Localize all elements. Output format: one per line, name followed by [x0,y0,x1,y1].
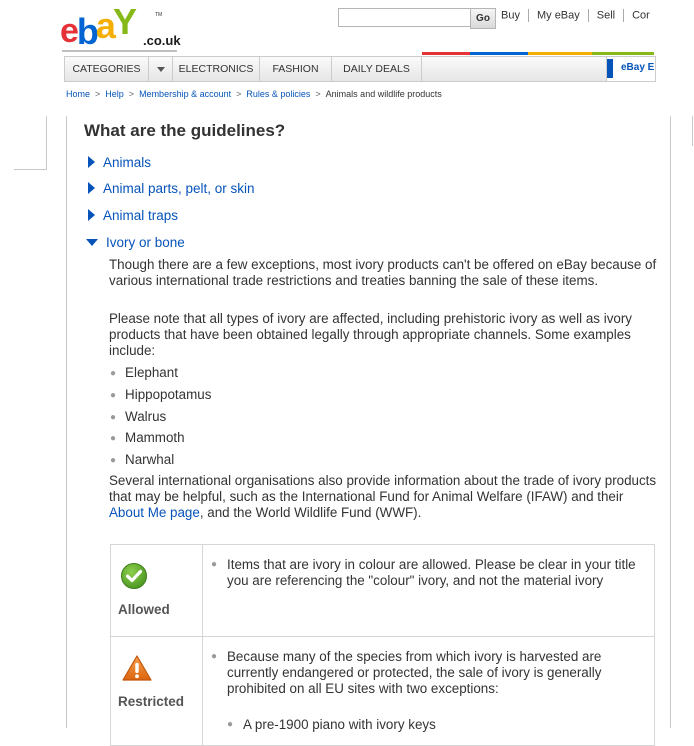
list-item: ● Walrus [110,409,167,424]
logo-divider [62,50,177,52]
breadcrumb-rules[interactable]: Rules & policies [246,89,310,99]
nav-electronics[interactable]: ELECTRONICS [173,57,260,81]
caret-right-icon [88,182,95,194]
section-animal-parts[interactable]: Animal parts, pelt, or skin [88,181,255,196]
chevron-down-icon [156,66,165,72]
svg-text:TM: TM [155,12,162,18]
list-item: ● Elephant [110,365,178,380]
nav-categories[interactable]: CATEGORIES [65,57,149,81]
section-ivory-or-bone[interactable]: Ivory or bone [86,235,185,250]
nav-bar: CATEGORIES ELECTRONICS FASHION DAILY DEA… [64,56,656,82]
content-border-left [66,116,67,728]
list-item: ● Narwhal [110,452,175,467]
breadcrumb-current: Animals and wildlife products [325,89,442,99]
section-animals[interactable]: Animals [88,155,151,170]
frame-line [14,169,47,170]
organisations-text: Several international organisations also… [109,473,657,520]
nav-ebay-label: eBay E [621,62,655,73]
warning-icon [122,655,152,681]
buy-link[interactable]: Buy [501,9,520,21]
top-links: Buy My eBay Sell Cor [501,9,650,22]
restricted-label: Restricted [118,694,185,709]
frame-line [692,116,693,146]
tab-accent [607,59,613,78]
caret-down-icon [86,239,98,246]
section-label: Animal parts, pelt, or skin [103,181,255,196]
ebay-logo[interactable]: ebaY .co.uk TM [60,8,190,52]
sell-link[interactable]: Sell [597,9,615,21]
nav-fashion[interactable]: FASHION [260,57,332,81]
page-title: What are the guidelines? [84,121,286,140]
check-circle-icon [121,563,147,589]
restricted-text: ● Because many of the species from which … [211,649,602,696]
breadcrumb: Home > Help > Membership & account > Rules & p… [66,89,442,99]
breadcrumb-home[interactable]: Home [66,89,90,99]
restricted-subitem: ● A pre-1900 piano with ivory keys [227,717,436,732]
brand-color-bar [422,52,654,55]
allowed-label: Allowed [118,602,170,617]
list-item: ● Hippopotamus [110,387,212,402]
section-animal-traps[interactable]: Animal traps [88,208,178,223]
content-border-right [670,116,671,728]
section-label: Animals [103,155,152,170]
nav-ebay-tab[interactable]: eBay E [606,57,655,81]
community-link[interactable]: Cor [632,9,650,21]
svg-text:.co.uk: .co.uk [143,33,181,48]
breadcrumb-help[interactable]: Help [105,89,124,99]
breadcrumb-membership[interactable]: Membership & account [139,89,231,99]
frame-line [46,116,47,170]
caret-right-icon [88,156,95,168]
about-me-page-link[interactable]: About Me page [109,505,200,520]
rules-table: Allowed ● Items that are ivory in colour … [110,544,655,746]
search-input[interactable] [338,8,471,27]
svg-text:ebaY: ebaY [60,8,137,52]
go-button[interactable]: Go [470,8,496,29]
section-label: Ivory or bone [106,235,185,250]
nav-daily-deals[interactable]: DAILY DEALS [332,57,422,81]
ivory-note-text: Please note that all types of ivory are … [109,311,632,358]
allowed-text: ● Items that are ivory in colour are allo… [211,557,636,588]
categories-dropdown[interactable] [149,57,173,81]
section-label: Animal traps [103,208,179,223]
my-ebay-link[interactable]: My eBay [537,9,580,21]
ivory-intro-text: Though there are a few exceptions, most … [109,257,657,288]
caret-right-icon [88,209,95,221]
list-item: ● Mammoth [110,430,185,445]
